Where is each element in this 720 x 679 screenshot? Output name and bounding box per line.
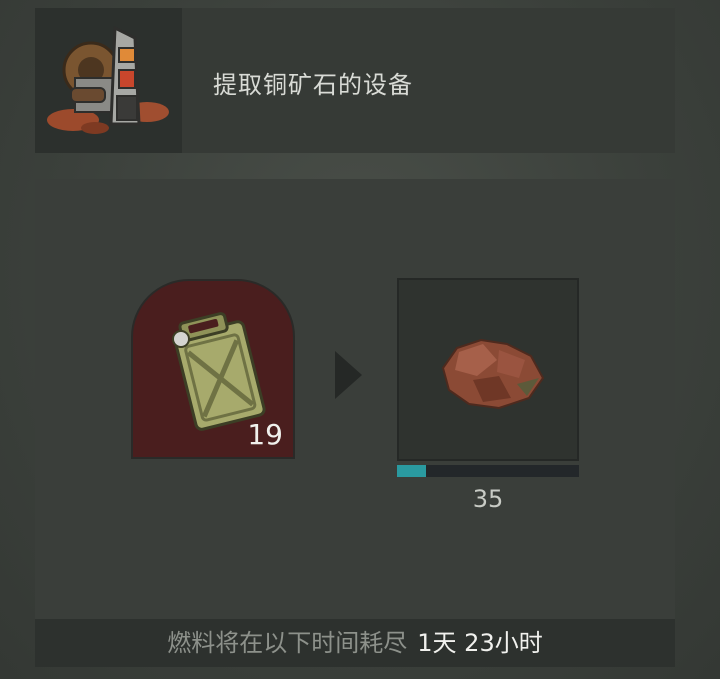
arrow-right-icon <box>335 351 362 399</box>
fuel-count: 19 <box>247 418 283 451</box>
production-panel: 19 35 燃料将在以下时间耗尽 1天 23小时 <box>35 179 675 667</box>
production-progress-bar <box>397 465 579 477</box>
fuel-status-bar: 燃料将在以下时间耗尽 1天 23小时 <box>35 619 675 667</box>
fuel-slot[interactable]: 19 <box>131 279 295 459</box>
mining-machine-icon <box>47 25 169 134</box>
output-count: 35 <box>472 485 504 513</box>
progress-fill <box>397 465 427 477</box>
fuel-time-remaining: 1天 23小时 <box>417 629 543 657</box>
fuel-status-label: 燃料将在以下时间耗尽 <box>167 629 408 657</box>
item-header-panel: 提取铜矿石的设备 <box>35 8 675 153</box>
output-slot[interactable] <box>397 278 579 461</box>
copper-ore-icon <box>441 338 545 410</box>
item-icon-box <box>35 8 182 153</box>
item-title: 提取铜矿石的设备 <box>213 71 413 99</box>
